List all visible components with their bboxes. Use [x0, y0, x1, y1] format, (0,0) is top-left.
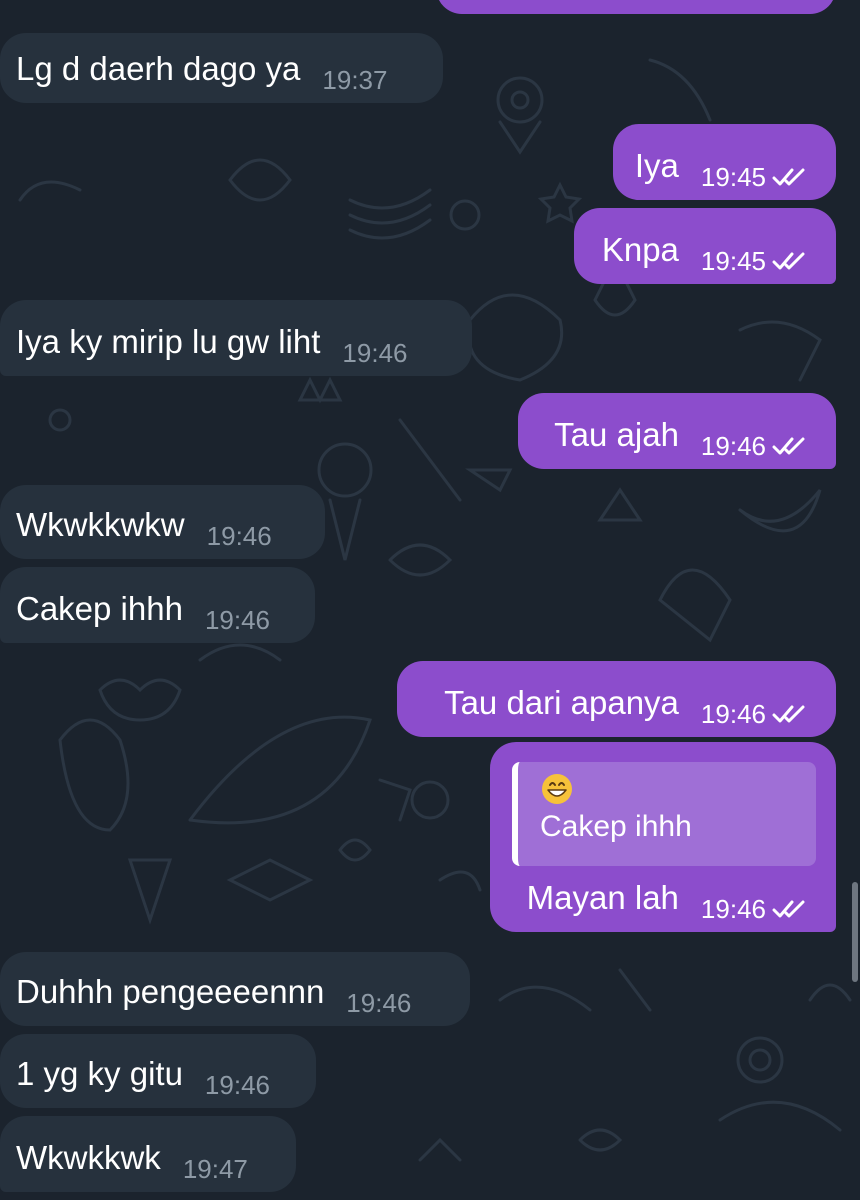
- message-text: Lg d daerh dago ya: [16, 50, 301, 87]
- message-meta: 19:46: [342, 338, 407, 368]
- message-meta: 19:46: [207, 521, 272, 551]
- message-meta: 19:46: [701, 431, 812, 461]
- message-bubble-incoming[interactable]: Duhhh pengeeeennn 19:46: [0, 952, 470, 1026]
- message-meta: 19:37: [322, 65, 387, 95]
- double-check-icon: [772, 437, 805, 455]
- message-bubble-incoming[interactable]: Cakep ihhh 19:46: [0, 567, 315, 643]
- message-text: Duhhh pengeeeennn: [16, 973, 325, 1010]
- message-bubble-incoming[interactable]: 1 yg ky gitu 19:46: [0, 1034, 316, 1108]
- message-bubble-incoming[interactable]: Wkwkkwkw 19:46: [0, 485, 325, 559]
- message-text: Iya ky mirip lu gw liht: [16, 323, 321, 360]
- message-meta: 19:46: [205, 1070, 270, 1100]
- message-time: 19:45: [700, 246, 766, 276]
- message-meta: 19:47: [183, 1154, 248, 1184]
- double-check-icon: [772, 705, 805, 723]
- message-meta: 19:46: [205, 605, 270, 635]
- message-meta: 19:45: [701, 246, 812, 276]
- message-bubble-outgoing[interactable]: Tau dari apanya 19:46: [397, 661, 836, 737]
- reply-quote[interactable]: Cakep ihhh: [512, 762, 816, 866]
- message-bubble-outgoing[interactable]: Iya 19:45: [613, 124, 836, 200]
- scrollbar[interactable]: [852, 882, 858, 982]
- message-meta: 19:45: [701, 162, 812, 192]
- message-meta: 19:46: [701, 894, 812, 924]
- message-text: Tau ajah: [554, 416, 679, 453]
- message-bubble-incoming[interactable]: Wkwkkwk 19:47: [0, 1116, 296, 1192]
- message-time: 19:46: [700, 894, 766, 924]
- message-meta: 19:46: [701, 699, 812, 729]
- message-bubble-incoming[interactable]: Iya ky mirip lu gw liht 19:46: [0, 300, 472, 376]
- message-time: 19:46: [204, 605, 271, 635]
- message-time: 19:47: [182, 1154, 248, 1184]
- message-bubble-incoming[interactable]: Lg d daerh dago ya 19:37: [0, 33, 443, 103]
- double-check-icon: [772, 900, 805, 918]
- reply-quote-text: Cakep ihhh: [540, 810, 692, 843]
- message-time: 19:45: [700, 162, 766, 192]
- message-bubble-outgoing[interactable]: Tau ajah 19:46: [518, 393, 836, 469]
- double-check-icon: [772, 168, 805, 186]
- message-text: 1 yg ky gitu: [16, 1055, 183, 1092]
- message-text: Tau dari apanya: [444, 684, 679, 721]
- message-meta: 19:46: [346, 988, 411, 1018]
- message-time: 19:46: [206, 521, 272, 551]
- message-time: 19:46: [342, 338, 408, 368]
- message-bubble-outgoing[interactable]: [436, 0, 836, 14]
- message-bubble-outgoing-reply[interactable]: Cakep ihhh Mayan lah 19:46: [490, 742, 836, 932]
- message-time: 19:46: [700, 699, 766, 729]
- message-time: 19:37: [322, 65, 388, 95]
- message-time: 19:46: [204, 1070, 270, 1100]
- grinning-face-icon: [542, 774, 572, 804]
- message-text: Cakep ihhh: [16, 590, 183, 627]
- message-text: Wkwkkwk: [16, 1139, 161, 1176]
- message-bubble-outgoing[interactable]: Knpa 19:45: [574, 208, 836, 284]
- message-time: 19:46: [346, 988, 412, 1018]
- message-text: Knpa: [601, 231, 679, 268]
- message-time: 19:46: [700, 431, 766, 461]
- chat-view[interactable]: Lg d daerh dago ya 19:37 Iya 19:45 Knpa …: [0, 0, 860, 1200]
- double-check-icon: [772, 252, 805, 270]
- message-text: Wkwkkwkw: [16, 506, 185, 543]
- message-text: Mayan lah: [526, 879, 679, 916]
- message-text: Iya: [634, 147, 679, 184]
